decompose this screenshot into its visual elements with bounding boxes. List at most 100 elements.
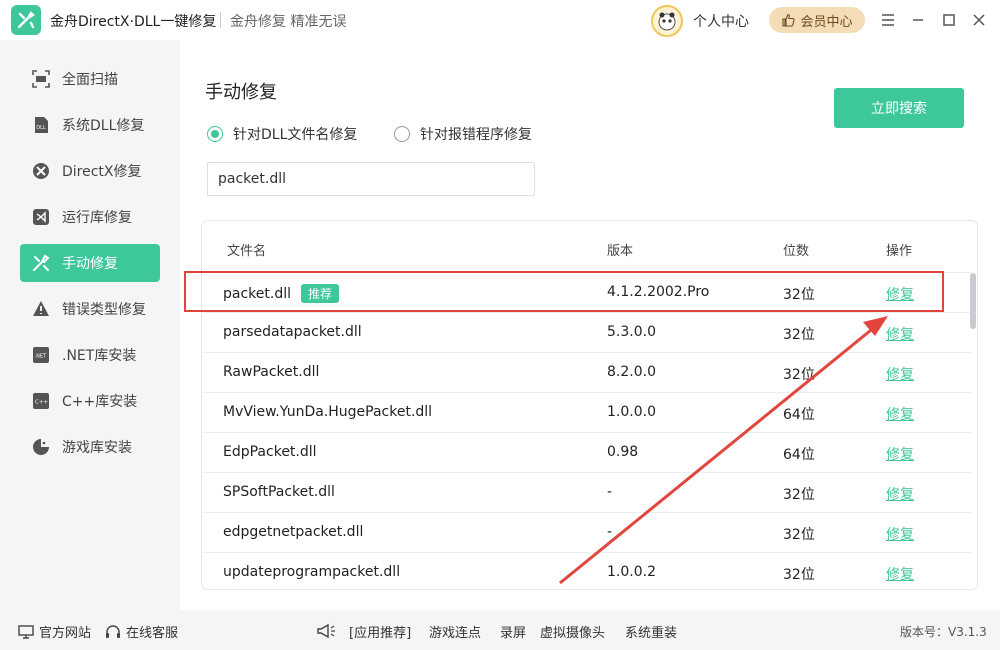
page-title: 手动修复 (205, 82, 277, 103)
sidebar-item-system-dll[interactable]: DLL 系统DLL修复 (20, 106, 160, 144)
bits-cell: 64位 (783, 447, 815, 463)
dotnet-icon: .NET (31, 345, 51, 365)
sidebar-item-game-lib[interactable]: 游戏库安装 (20, 428, 160, 466)
game-icon (31, 437, 51, 457)
sidebar-item-directx[interactable]: DirectX修复 (20, 152, 160, 190)
table-row: RawPacket.dll 8.2.0.0 32位 修复 (202, 352, 972, 392)
version-cell: 1.0.0.0 (607, 404, 656, 420)
app-logo-icon (11, 5, 41, 35)
version-label: 版本号：V3.1.3 (900, 625, 987, 639)
repair-link[interactable]: 修复 (886, 364, 914, 384)
version-cell: - (607, 484, 613, 500)
radio-label: 针对DLL文件名修复 (233, 127, 358, 143)
minimize-icon[interactable] (906, 8, 930, 32)
radio-error-program[interactable]: 针对报错程序修复 (394, 124, 532, 144)
title-divider (220, 12, 221, 28)
radio-checked-icon (207, 126, 223, 142)
title-bar: 金舟DirectX·DLL一键修复 金舟修复 精准无误 个人中心 会员中心 (0, 0, 1000, 40)
file-name-cell: updateprogrampacket.dll (223, 564, 401, 580)
directx-icon (31, 161, 51, 181)
sidebar-item-dotnet[interactable]: .NET .NET库安装 (20, 336, 160, 374)
version-cell: 8.2.0.0 (607, 364, 656, 380)
repair-link[interactable]: 修复 (886, 484, 914, 504)
official-site-link[interactable]: 官方网站 (18, 622, 91, 641)
sidebar-item-label: 错误类型修复 (62, 302, 146, 318)
bits-cell: 32位 (783, 567, 815, 583)
table-row: edpgetnetpacket.dll - 32位 修复 (202, 512, 972, 552)
sidebar-item-runtime[interactable]: 运行库修复 (20, 198, 160, 236)
vip-center-label: 会员中心 (800, 14, 853, 30)
sidebar-item-manual-repair[interactable]: 手动修复 (20, 244, 160, 282)
svg-text:DLL: DLL (36, 125, 46, 131)
online-service-label: 在线客服 (126, 626, 179, 641)
version-cell: 5.3.0.0 (607, 324, 656, 340)
radio-dll-filename[interactable]: 针对DLL文件名修复 (207, 124, 357, 144)
bits-cell: 32位 (783, 527, 815, 543)
table-scrollbar[interactable] (970, 273, 976, 329)
sidebar-item-error-type[interactable]: 错误类型修复 (20, 290, 160, 328)
dll-search-input[interactable] (207, 162, 535, 196)
maximize-icon[interactable] (937, 8, 961, 32)
sidebar: 全面扫描 DLL 系统DLL修复 DirectX修复 运行库修复 手动修复 错误… (0, 40, 180, 610)
repair-link[interactable]: 修复 (886, 444, 914, 464)
search-now-button[interactable]: 立即搜索 (834, 88, 964, 128)
thumbs-up-icon (782, 13, 796, 27)
tools-icon (31, 253, 51, 273)
repair-link[interactable]: 修复 (886, 564, 914, 584)
repair-link[interactable]: 修复 (886, 324, 914, 344)
sidebar-item-label: DirectX修复 (62, 164, 142, 180)
online-service-link[interactable]: 在线客服 (105, 622, 178, 641)
close-icon[interactable] (967, 8, 991, 32)
file-name-cell: parsedatapacket.dll (223, 324, 362, 340)
column-header-action: 操作 (886, 244, 913, 259)
megaphone-icon (316, 622, 336, 640)
user-center-link[interactable]: 个人中心 (693, 11, 749, 31)
avatar[interactable] (651, 5, 683, 37)
footer-link-system-reinstall[interactable]: 系统重装 (625, 622, 677, 641)
footer-link-screen-record[interactable]: 录屏 (500, 622, 526, 641)
sidebar-item-label: 全面扫描 (62, 72, 118, 88)
scan-icon (31, 69, 51, 89)
dll-icon: DLL (31, 115, 51, 135)
version-cell: - (607, 524, 613, 540)
sidebar-item-full-scan[interactable]: 全面扫描 (20, 60, 160, 98)
sidebar-item-label: 游戏库安装 (62, 440, 132, 456)
sidebar-item-cpp[interactable]: C++ C++库安装 (20, 382, 160, 420)
bits-cell: 32位 (783, 367, 815, 383)
file-name-cell: RawPacket.dll (223, 364, 320, 380)
menu-icon[interactable] (876, 8, 900, 32)
table-row: EdpPacket.dll 0.98 64位 修复 (202, 432, 972, 472)
bits-cell: 32位 (783, 487, 815, 503)
table-row: updateprogrampacket.dll 1.0.0.2 32位 修复 (202, 552, 972, 589)
visual-studio-icon (31, 207, 51, 227)
svg-text:C++: C++ (35, 400, 48, 406)
headset-icon (106, 624, 120, 638)
table-row: MvView.YunDa.HugePacket.dll 1.0.0.0 64位 … (202, 392, 972, 432)
footer-link-game-clicker[interactable]: 游戏连点 (429, 622, 481, 641)
table-row: parsedatapacket.dll 5.3.0.0 32位 修复 (202, 312, 972, 352)
monitor-icon (18, 624, 34, 639)
highlight-box (184, 271, 944, 312)
warning-icon (31, 299, 51, 319)
vip-center-button[interactable]: 会员中心 (769, 7, 865, 33)
app-recommend-label: [应用推荐] (349, 626, 412, 641)
radio-label: 针对报错程序修复 (420, 127, 532, 143)
column-header-version: 版本 (607, 244, 634, 259)
column-header-bits: 位数 (783, 244, 810, 259)
table-row: SPSoftPacket.dll - 32位 修复 (202, 472, 972, 512)
version-cell: 1.0.0.2 (607, 564, 656, 580)
sidebar-item-label: 系统DLL修复 (62, 118, 145, 134)
repair-link[interactable]: 修复 (886, 524, 914, 544)
sidebar-item-label: 运行库修复 (62, 210, 132, 226)
bits-cell: 64位 (783, 407, 815, 423)
main-panel: 手动修复 立即搜索 针对DLL文件名修复 针对报错程序修复 文件名 版本 位数 … (180, 40, 1000, 610)
repair-link[interactable]: 修复 (886, 404, 914, 424)
svg-text:.NET: .NET (35, 354, 47, 360)
app-name: 金舟DirectX·DLL一键修复 (50, 14, 217, 30)
official-site-label: 官方网站 (39, 626, 92, 641)
file-name-cell: EdpPacket.dll (223, 444, 317, 460)
file-name-cell: MvView.YunDa.HugePacket.dll (223, 404, 433, 420)
column-header-filename: 文件名 (227, 244, 267, 259)
sidebar-item-label: C++库安装 (62, 394, 138, 410)
footer-link-virtual-camera[interactable]: 虚拟摄像头 (540, 622, 605, 641)
